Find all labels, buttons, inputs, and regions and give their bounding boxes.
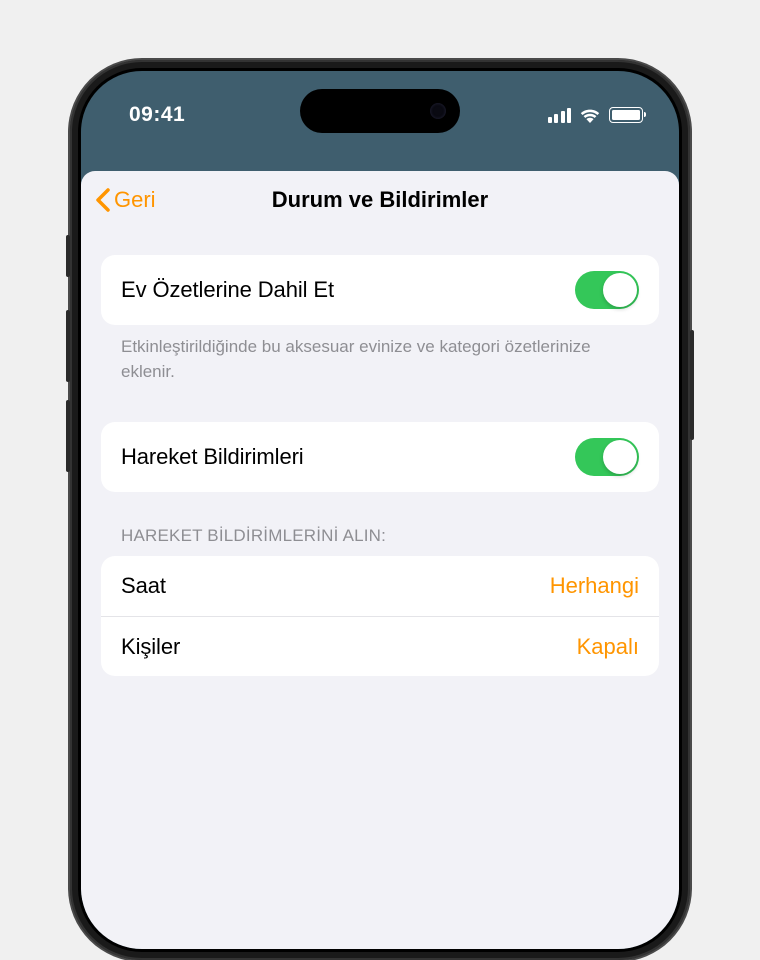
people-label: Kişiler <box>121 634 180 660</box>
back-label: Geri <box>114 187 156 213</box>
dynamic-island <box>300 89 460 133</box>
time-value: Herhangi <box>550 573 639 599</box>
chevron-left-icon <box>95 188 110 212</box>
wifi-icon <box>579 107 601 123</box>
people-row[interactable]: Kişiler Kapalı <box>101 616 659 676</box>
time-label: Saat <box>121 573 166 599</box>
include-toggle[interactable] <box>575 271 639 309</box>
include-card: Ev Özetlerine Dahil Et <box>101 255 659 325</box>
front-camera <box>430 103 446 119</box>
status-time: 09:41 <box>129 103 185 127</box>
side-button <box>66 400 70 472</box>
motion-toggle[interactable] <box>575 438 639 476</box>
device-screen: 09:41 <box>81 71 679 949</box>
battery-icon <box>609 107 643 123</box>
include-label: Ev Özetlerine Dahil Et <box>121 277 334 303</box>
side-button <box>690 330 694 440</box>
side-button <box>66 310 70 382</box>
side-button <box>66 235 70 277</box>
status-indicators <box>548 107 644 123</box>
motion-card: Hareket Bildirimleri <box>101 422 659 492</box>
receive-header: HAREKET BİLDİRİMLERİNİ ALIN: <box>101 492 659 556</box>
page-title: Durum ve Bildirimler <box>97 187 663 213</box>
navigation-bar: Geri Durum ve Bildirimler <box>81 171 679 229</box>
include-row[interactable]: Ev Özetlerine Dahil Et <box>101 255 659 325</box>
people-value: Kapalı <box>577 634 639 660</box>
receive-card: Saat Herhangi Kişiler Kapalı <box>101 556 659 676</box>
phone-frame: 09:41 <box>70 60 690 960</box>
motion-row[interactable]: Hareket Bildirimleri <box>101 422 659 492</box>
time-row[interactable]: Saat Herhangi <box>101 556 659 616</box>
include-footer: Etkinleştirildiğinde bu aksesuar evinize… <box>101 325 659 384</box>
back-button[interactable]: Geri <box>95 187 156 213</box>
motion-label: Hareket Bildirimleri <box>121 444 304 470</box>
settings-sheet: Geri Durum ve Bildirimler Ev Özetlerine … <box>81 171 679 949</box>
cellular-signal-icon <box>548 108 572 123</box>
